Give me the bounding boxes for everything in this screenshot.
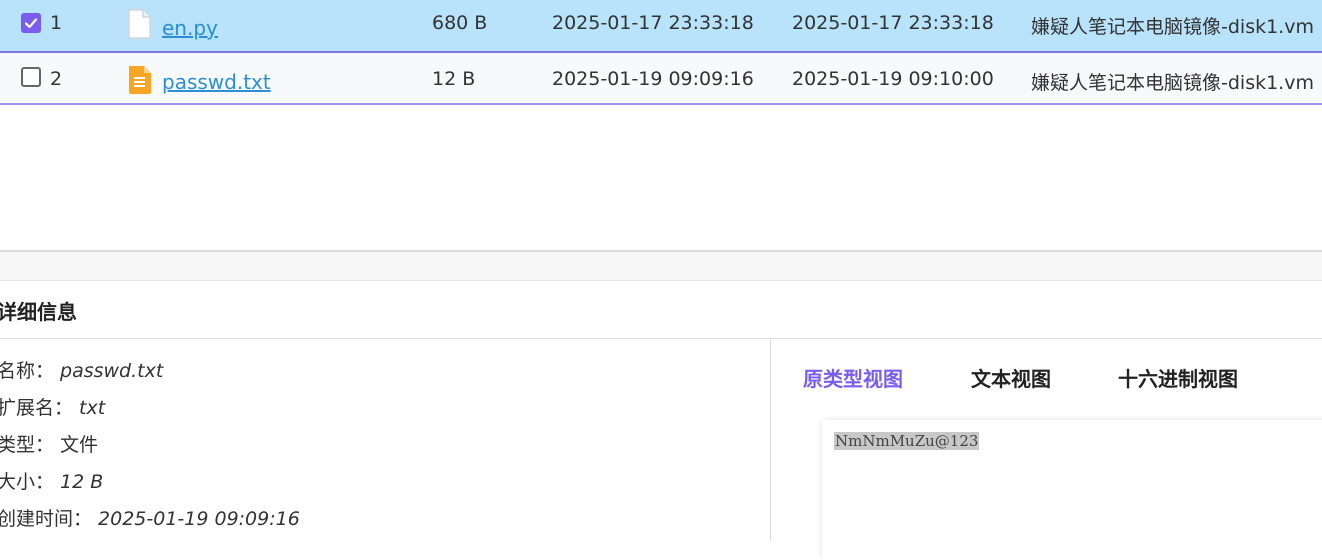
preview-content: NmNmMuZu@123 <box>834 432 980 450</box>
created-time: 2025-01-19 09:09:16 <box>552 68 754 90</box>
prop-size: 大小： 12 B <box>0 467 103 494</box>
source-image: 嫌疑人笔记本电脑镜像-disk1.vm <box>1031 16 1314 38</box>
checkmark-icon <box>24 18 38 29</box>
created-time: 2025-01-17 23:33:18 <box>552 12 754 34</box>
prop-value: 2025-01-19 09:09:16 <box>98 508 300 530</box>
row-index: 2 <box>50 68 63 90</box>
prop-label: 创建时间： <box>0 508 93 530</box>
panel-splitter[interactable] <box>0 250 1322 281</box>
file-preview-pane[interactable]: NmNmMuZu@123 <box>822 420 1322 560</box>
source-image: 嫌疑人笔记本电脑镜像-disk1.vm <box>1031 72 1314 94</box>
tab-text-view[interactable]: 文本视图 <box>971 363 1051 392</box>
tab-hex-view[interactable]: 十六进制视图 <box>1118 363 1238 392</box>
prop-value: 文件 <box>60 434 99 456</box>
tab-original-view[interactable]: 原类型视图 <box>803 363 903 392</box>
prop-label: 扩展名： <box>0 397 74 419</box>
prop-value: txt <box>79 397 106 419</box>
prop-extension: 扩展名： txt <box>0 393 105 420</box>
prop-type: 类型： 文件 <box>0 430 98 457</box>
file-size: 12 B <box>432 68 476 90</box>
blank-file-icon <box>126 9 152 44</box>
text-file-icon <box>126 65 152 100</box>
row-checkbox[interactable] <box>21 67 41 87</box>
modified-time: 2025-01-19 09:10:00 <box>792 68 994 90</box>
prop-value: 12 B <box>60 471 104 493</box>
file-name-link[interactable]: en.py <box>162 16 218 40</box>
divider <box>0 338 1322 339</box>
prop-value: passwd.txt <box>60 360 164 382</box>
prop-created: 创建时间： 2025-01-19 09:09:16 <box>0 504 300 531</box>
details-title: 详细信息 <box>0 300 77 324</box>
table-row[interactable]: 2 passwd.txt 12 B 2025-01-19 09:09:16 20… <box>0 53 1322 105</box>
modified-time: 2025-01-17 23:33:18 <box>792 12 994 34</box>
row-index: 1 <box>50 12 63 34</box>
divider <box>770 339 771 541</box>
table-row[interactable]: 1 en.py 680 B 2025-01-17 23:33:18 2025-0… <box>0 0 1322 53</box>
prop-label: 名称： <box>0 360 55 382</box>
prop-name: 名称： passwd.txt <box>0 356 163 383</box>
row-checkbox[interactable] <box>21 13 41 33</box>
file-size: 680 B <box>432 12 488 34</box>
file-name-link[interactable]: passwd.txt <box>162 70 271 94</box>
prop-label: 大小： <box>0 471 55 493</box>
prop-label: 类型： <box>0 434 55 456</box>
